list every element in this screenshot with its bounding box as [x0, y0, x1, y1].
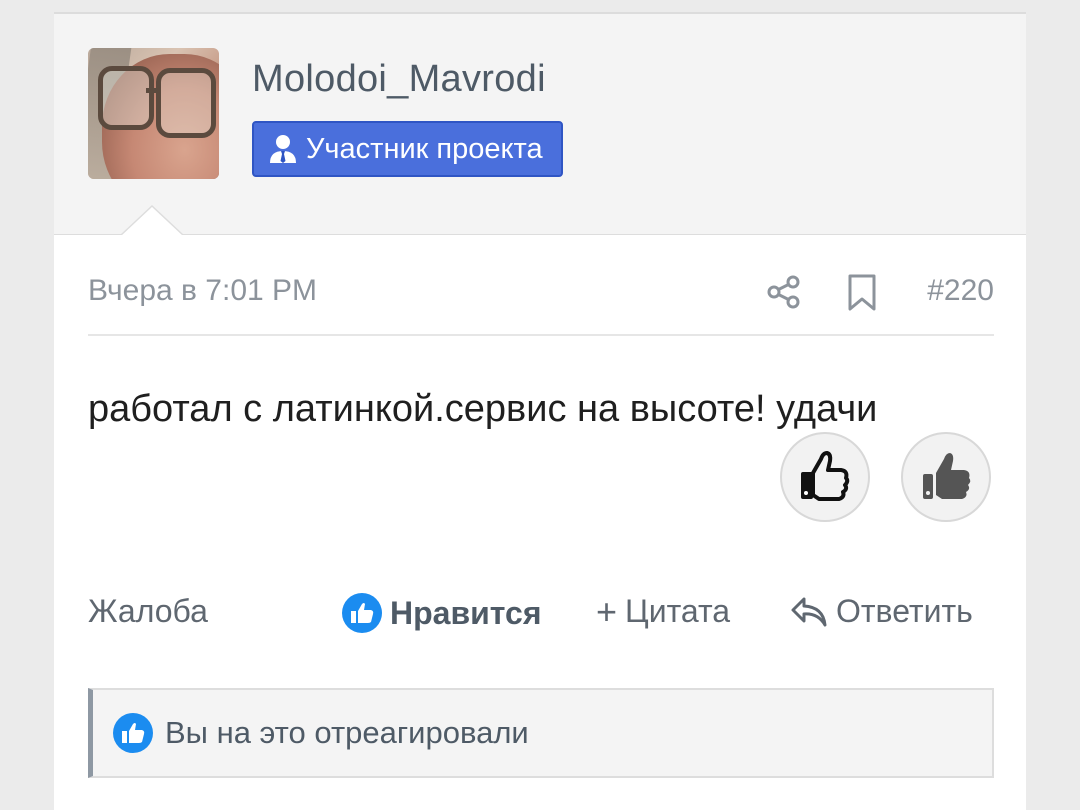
- like-reaction-button[interactable]: [780, 432, 870, 522]
- filled-reaction-button[interactable]: [901, 432, 991, 522]
- post-date[interactable]: Вчера в 7:01 PM: [88, 274, 317, 308]
- like-icon: [113, 713, 153, 753]
- quote-button[interactable]: + Цитата: [596, 593, 730, 630]
- complaint-link[interactable]: Жалоба: [88, 593, 208, 630]
- bookmark-icon[interactable]: [844, 274, 880, 312]
- forum-post: Molodoi_Mavrodi Участник проекта Вчера в…: [54, 12, 1026, 810]
- reply-label: Ответить: [836, 593, 973, 629]
- reply-icon: [791, 597, 827, 626]
- post-message: работал с латинкой.сервис на высоте! уда…: [88, 388, 878, 430]
- thumbs-up-filled-icon: [923, 453, 971, 499]
- reply-button[interactable]: Ответить: [790, 593, 973, 630]
- thumbs-up-outline-icon: [801, 451, 850, 501]
- avatar[interactable]: [88, 48, 219, 179]
- plus-icon: +: [596, 590, 618, 632]
- share-icon[interactable]: [766, 274, 802, 310]
- badge-label: Участник проекта: [306, 132, 543, 165]
- post-meta: Вчера в 7:01 PM #220: [88, 264, 994, 336]
- user-role-badge: Участник проекта: [252, 121, 563, 177]
- reaction-notice[interactable]: Вы на это отреагировали: [88, 688, 994, 778]
- post-number[interactable]: #220: [927, 274, 994, 308]
- post-actions: Жалоба Нравится + Цитата Ответить: [88, 589, 994, 639]
- user-header: Molodoi_Mavrodi Участник проекта: [54, 14, 1026, 236]
- username[interactable]: Molodoi_Mavrodi: [252, 58, 546, 101]
- like-icon: [342, 593, 382, 633]
- like-label: Нравится: [390, 594, 542, 631]
- quote-label: Цитата: [625, 593, 731, 629]
- reaction-notice-text: Вы на это отреагировали: [165, 715, 529, 750]
- like-button[interactable]: Нравится: [342, 593, 542, 633]
- user-tie-icon: [270, 135, 296, 163]
